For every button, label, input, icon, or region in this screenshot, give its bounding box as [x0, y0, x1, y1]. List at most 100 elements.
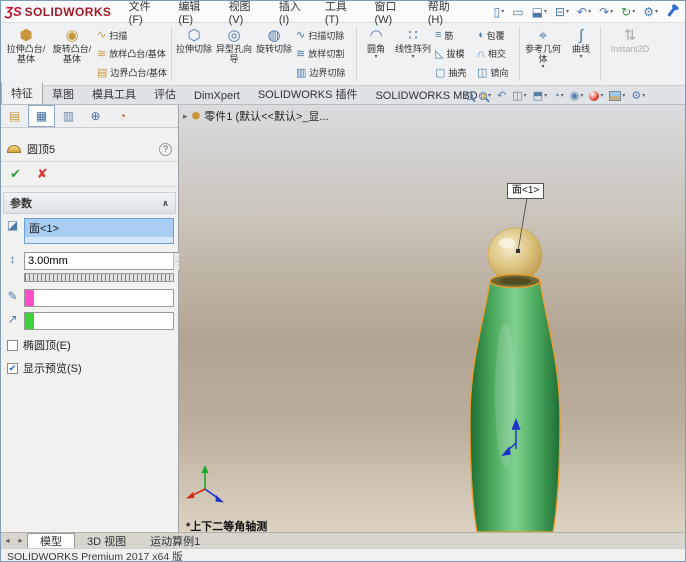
intersect-icon: ∩ — [477, 47, 485, 60]
show-preview-option[interactable]: ✔ 显示预览(S) — [7, 360, 172, 376]
apply-scene-button[interactable]: ▾ — [607, 87, 627, 104]
hide-show-items-button[interactable]: ◉ ▾ — [568, 87, 586, 104]
boundary-cut-button[interactable]: ▥ 边界切除 — [294, 64, 354, 81]
flyout-feature-tree[interactable]: ▸ ⬢ 零件1 (默认<<默认>_显... — [183, 108, 329, 124]
dimxpert-target-icon: ⊕ — [90, 109, 101, 123]
draft-label: 拔模 — [446, 49, 465, 60]
mirror-button[interactable]: ◫ 镜向 — [475, 64, 517, 81]
constraint-selection-box[interactable] — [24, 289, 174, 307]
elliptical-dome-checkbox[interactable] — [7, 339, 18, 351]
bottle-highlight — [495, 323, 515, 467]
new-document-button[interactable]: ▯ ▾ — [490, 5, 509, 19]
collapse-chevron-icon: ∧ — [161, 197, 169, 208]
curves-button[interactable]: ∫ 曲线 ▾ — [564, 24, 598, 84]
part-tree-root-label[interactable]: 零件1 (默认<<默认>_显... — [204, 108, 328, 124]
fillet-button[interactable]: ◠ 圆角 ▾ — [359, 24, 393, 84]
configuration-manager-tab[interactable]: ▥ — [55, 105, 82, 127]
wrap-button[interactable]: ◖ 包覆 — [475, 27, 517, 44]
revolve-cut-button[interactable]: ◍ 旋转切除 — [254, 24, 294, 84]
show-preview-checkbox[interactable]: ✔ — [7, 362, 18, 374]
display-manager-tab[interactable]: ◔ — [109, 105, 136, 127]
feature-manager-tab[interactable]: ▤ — [1, 105, 28, 127]
reference-triad — [186, 465, 224, 503]
face-select-icon: ◪ — [6, 218, 19, 232]
selected-face-item[interactable]: 面<1> — [25, 219, 173, 237]
save-button[interactable]: ⬓ ▾ — [528, 5, 551, 19]
sweep-icon: ∿ — [97, 29, 107, 42]
print-button[interactable]: ⊟ ▾ — [551, 5, 573, 19]
tab-features[interactable]: 特征 — [1, 82, 43, 104]
shell-button[interactable]: ▢ 抽壳 — [433, 64, 475, 81]
face-selection-row: ◪ 面<1> — [5, 218, 174, 244]
ok-button[interactable]: ✔ — [10, 166, 21, 182]
view-orientation-button[interactable]: ⬒ ▾ — [531, 87, 549, 104]
loft-cut-icon: ≋ — [296, 47, 306, 60]
cancel-button[interactable]: ✘ — [37, 166, 48, 182]
rib-button[interactable]: ≡ 筋 — [433, 27, 475, 44]
previous-view-button[interactable]: ↶ — [495, 87, 508, 104]
chevron-down-icon: ▾ — [610, 9, 614, 15]
chevron-down-icon: ▾ — [488, 93, 492, 99]
undo-button[interactable]: ↶ ▾ — [573, 5, 595, 19]
shell-label: 抽壳 — [448, 68, 467, 79]
distance-thumbwheel[interactable] — [24, 273, 174, 282]
tab-dimxpert[interactable]: DimXpert — [185, 88, 249, 104]
open-folder-icon: ▭ — [512, 4, 524, 19]
face-selection-listbox[interactable]: 面<1> — [24, 218, 174, 244]
redo-button[interactable]: ↷ ▾ — [595, 5, 617, 19]
loft-boss-button[interactable]: ≋ 放样凸台/基体 — [95, 45, 169, 62]
instant3d-button[interactable]: ⇅ Instant3D — [603, 24, 657, 84]
extrude-cut-button[interactable]: ⬡ 拉伸切除 — [174, 24, 214, 84]
sweep-button[interactable]: ∿ 扫描 — [95, 27, 169, 44]
model-rendering — [469, 197, 561, 532]
intersect-button[interactable]: ∩ 相交 — [475, 45, 517, 62]
tab-sketch[interactable]: 草图 — [43, 84, 83, 104]
rebuild-button[interactable]: ↻ ▾ — [617, 5, 639, 19]
display-style-button[interactable]: ◔ ▾ — [551, 87, 566, 104]
3d-views-tab[interactable]: 3D 视图 — [75, 533, 138, 548]
elliptical-dome-option[interactable]: 椭圆顶(E) — [7, 337, 172, 353]
zoom-area-button[interactable]: ▾ — [477, 87, 493, 104]
motion-study-tab[interactable]: 运动算例1 — [138, 533, 212, 548]
graphics-viewport[interactable]: ▸ ⬢ 零件1 (默认<<默认>_显... 面<1> *上下二等角轴测 — [179, 105, 685, 532]
tab-solidworks-addins[interactable]: SOLIDWORKS 插件 — [249, 84, 367, 104]
sweep-cut-button[interactable]: ∿ 扫描切除 — [294, 27, 354, 44]
reference-geometry-label: 参考几何体 — [524, 44, 561, 64]
options-button[interactable]: ⚙ ▾ — [639, 5, 662, 19]
chevron-down-icon: ▾ — [632, 9, 636, 15]
boundary-boss-button[interactable]: ▤ 边界凸台/基体 — [95, 64, 169, 81]
hole-wizard-button[interactable]: ◎ 异型孔向导 — [214, 24, 254, 84]
document-tab-bar: ◂ ▸ 模型 3D 视图 运动算例1 — [1, 532, 685, 548]
revolve-boss-button[interactable]: ◉ 旋转凸台/基体 — [49, 24, 95, 84]
help-icon[interactable]: ? — [159, 142, 172, 156]
tab-scroll-right-icon[interactable]: ▸ — [14, 533, 27, 548]
view-settings-button[interactable]: ⚙ ▾ — [629, 87, 647, 104]
loft-cut-button[interactable]: ≋ 放样切割 — [294, 45, 354, 62]
open-button[interactable]: ▭ — [508, 5, 527, 19]
dimxpert-manager-tab[interactable]: ⊕ — [82, 105, 109, 127]
zoom-fit-button[interactable] — [463, 87, 475, 104]
property-manager-tab[interactable]: ▦ — [28, 105, 55, 127]
face-callout[interactable]: 面<1> — [507, 183, 545, 199]
reference-geometry-button[interactable]: ⌖ 参考几何体 ▾ — [522, 24, 564, 84]
section-view-button[interactable]: ◫ ▾ — [510, 87, 528, 104]
linear-pattern-button[interactable]: ∷ 线性阵列 ▾ — [393, 24, 433, 84]
distance-input[interactable] — [25, 253, 173, 269]
pushpin-icon[interactable] — [667, 6, 676, 17]
extrude-boss-button[interactable]: ⬢ 拉伸凸台/基体 — [3, 24, 49, 84]
menu-bar: ƷS SOLIDWORKS 文件(F) 编辑(E) 视图(V) 插入(I) 工具… — [1, 1, 685, 26]
tab-scroll-left-icon[interactable]: ◂ — [1, 533, 14, 548]
tab-mold-tools[interactable]: 模具工具 — [83, 84, 145, 104]
wrap-label: 包覆 — [486, 30, 505, 41]
edit-appearance-button[interactable]: ▾ — [587, 87, 605, 104]
status-bar: SOLIDWORKS Premium 2017 x64 版 — [1, 548, 685, 561]
parameters-section-header[interactable]: 参数 ∧ — [3, 192, 176, 214]
bottle-body[interactable] — [469, 280, 561, 532]
model-tab[interactable]: 模型 — [27, 533, 75, 548]
tab-evaluate[interactable]: 评估 — [145, 84, 185, 104]
draft-button[interactable]: ◺ 拔模 — [433, 45, 475, 62]
tree-expand-icon[interactable]: ▸ — [183, 111, 188, 122]
direction-selection-box[interactable] — [24, 312, 174, 330]
revolve-cut-icon: ◍ — [267, 27, 281, 44]
logo-text: SOLIDWORKS — [24, 5, 112, 19]
